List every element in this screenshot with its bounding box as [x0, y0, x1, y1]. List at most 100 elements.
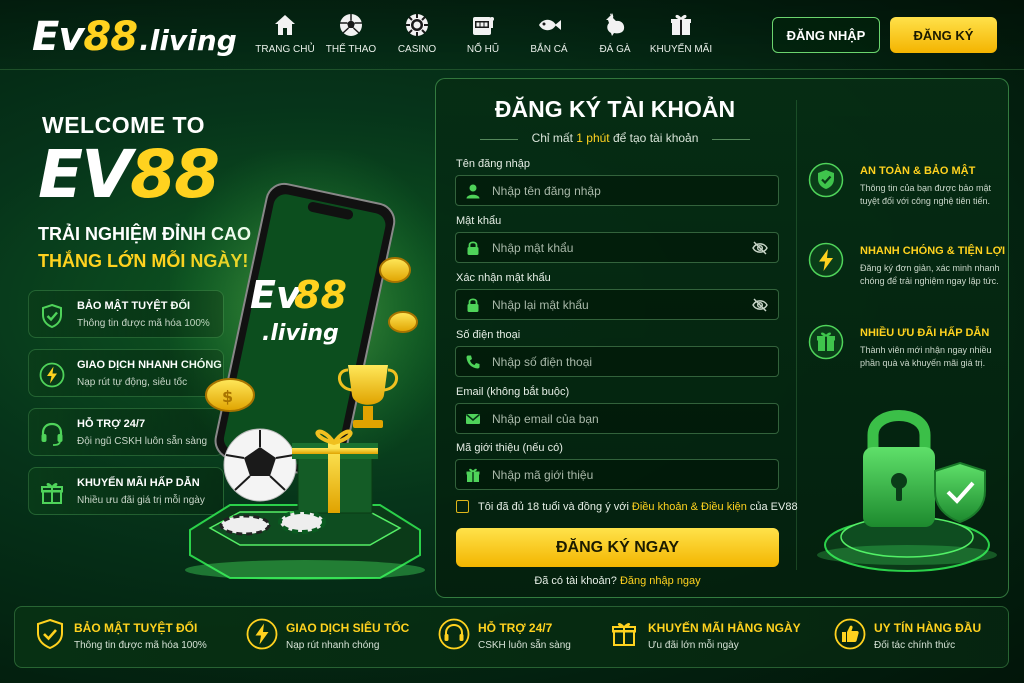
logo-domain: .living [139, 24, 237, 57]
nav-label: NỔ HŨ [466, 44, 500, 55]
bottom-desc: Ưu đãi lớn mỗi ngày [648, 640, 739, 651]
casino-chip-icon [278, 510, 326, 534]
lock-icon [467, 241, 479, 255]
hero-brand-ev: EV [38, 136, 132, 213]
bottom-title: UY TÍN HÀNG ĐẦU [874, 621, 982, 635]
form-subtitle: Chỉ mất 1 phút để tạo tài khoản [435, 131, 795, 145]
phone-logo: Ev 88 .living [250, 273, 347, 346]
terms-text-post: của EV88 [749, 500, 798, 513]
nav-item-slots[interactable]: NỔ HŨ [450, 12, 516, 60]
nav-item-home[interactable]: TRANG CHỦ [252, 12, 318, 60]
slot-machine-icon [473, 17, 494, 35]
fish-icon [539, 19, 561, 31]
confirm-password-field [455, 289, 779, 320]
headset-icon [41, 422, 63, 446]
svg-text:$: $ [222, 387, 233, 406]
username-field [455, 175, 779, 206]
subtitle-post: để tạo tài khoản [609, 131, 699, 145]
form-title: ĐĂNG KÝ TÀI KHOẢN [494, 96, 736, 122]
bottom-desc: CSKH luôn sẵn sàng [478, 640, 571, 651]
register-button[interactable]: ĐĂNG KÝ [890, 17, 997, 53]
side-title: AN TOÀN & BẢO MẬT [860, 165, 976, 177]
phone-field [455, 346, 779, 377]
security-lock-illustration [817, 410, 997, 572]
gift-box-icon [292, 429, 378, 514]
nav-item-cockfight[interactable]: ĐÁ GÀ [582, 12, 648, 60]
nav-item-sports[interactable]: THỂ THAO [318, 12, 384, 60]
phone-input[interactable] [492, 347, 742, 376]
email-label: Email (không bắt buộc) [456, 386, 570, 398]
confirm-password-input[interactable] [492, 290, 742, 319]
soccer-ball-icon [223, 428, 297, 502]
bottom-title: HỖ TRỢ 24/7 [478, 621, 553, 635]
side-title: NHIỀU ƯU ĐÃI HẤP DẪN [860, 327, 990, 339]
email-input[interactable] [492, 404, 742, 433]
gift-icon [466, 468, 480, 482]
phone-icon [466, 355, 480, 369]
confirm-password-label: Xác nhận mật khẩu [456, 272, 551, 284]
shield-check-icon [808, 162, 844, 198]
lightning-icon [246, 618, 278, 650]
have-account-text: Đã có tài khoản? [534, 575, 617, 587]
gift-icon [41, 483, 63, 504]
subtitle-highlight: 1 phút [576, 131, 610, 145]
bottom-desc: Nạp rút nhanh chóng [286, 640, 380, 651]
lightning-icon [39, 362, 65, 388]
side-title: NHANH CHÓNG & TIỆN LỢI [860, 245, 1006, 257]
side-desc: Thành viên mới nhận ngay nhiều phần quà … [860, 345, 992, 368]
bottom-title: BẢO MẬT TUYỆT ĐỐI [74, 621, 198, 635]
terms-checkbox[interactable] [456, 500, 469, 513]
bottom-desc: Đối tác chính thức [874, 640, 956, 651]
welcome-heading: WELCOME TO [42, 112, 206, 138]
nav-label: TRANG CHỦ [255, 44, 315, 55]
terms-link[interactable]: Điều khoản & Điều kiện [632, 501, 747, 513]
email-field [455, 403, 779, 434]
headset-icon [438, 618, 470, 650]
eye-off-icon[interactable] [752, 241, 768, 255]
referral-input[interactable] [492, 460, 742, 489]
ev88-logo[interactable]: Ev 88 .living [32, 14, 237, 60]
nav-item-promotions[interactable]: KHUYẾN MÃI [648, 12, 714, 60]
username-input[interactable] [492, 176, 742, 205]
casino-chip-icon [219, 514, 271, 536]
user-icon [466, 184, 480, 199]
login-button[interactable]: ĐĂNG NHẬP [772, 17, 880, 53]
hero-phone-illustration: Ev 88 .living $ [170, 150, 440, 580]
soccer-ball-icon [340, 14, 362, 36]
have-account-line: Đã có tài khoản? Đăng nhập ngay [456, 575, 779, 587]
shield-check-icon [42, 303, 62, 329]
phone-logo-88: 88 [294, 273, 347, 317]
top-header: Ev 88 .living TRANG CHỦ THỂ THAO CASINO NỔ… [0, 0, 1024, 70]
password-input[interactable] [492, 233, 742, 262]
referral-field [455, 459, 779, 490]
bottom-title: GIAO DỊCH SIÊU TỐC [286, 621, 410, 635]
shield-check-icon [37, 618, 63, 650]
eye-off-icon[interactable] [752, 298, 768, 312]
nav-label: THỂ THAO [325, 44, 377, 55]
gold-coin-icon [379, 257, 411, 283]
mail-icon [466, 413, 480, 424]
nav-label: KHUYẾN MÃI [649, 44, 713, 55]
side-desc: Thông tin của bạn được bảo mật tuyệt đối… [860, 183, 992, 206]
bottom-desc: Thông tin được mã hóa 100% [74, 640, 207, 651]
referral-label: Mã giới thiệu (nếu có) [456, 442, 563, 454]
phone-label: Số điện thoại [456, 329, 521, 341]
gold-coin-icon [388, 311, 418, 333]
password-field [455, 232, 779, 263]
main-nav: TRANG CHỦ THỂ THAO CASINO NỔ HŨ BẮN CÁ Đ… [252, 12, 714, 60]
login-now-link[interactable]: Đăng nhập ngay [620, 575, 701, 587]
feature-title: HỖ TRỢ 24/7 [77, 418, 146, 430]
nav-label: CASINO [397, 44, 437, 55]
side-desc: Đăng ký đơn giản, xác minh nhanh chóng đ… [860, 263, 1000, 286]
bottom-title: KHUYẾN MÃI HẰNG NGÀY [648, 621, 801, 635]
lock-icon [467, 298, 479, 312]
terms-agreement: Tôi đã đủ 18 tuổi và đồng ý với Điều kho… [456, 500, 798, 513]
register-now-button[interactable]: ĐĂNG KÝ NGAY [456, 528, 779, 567]
gift-icon [612, 623, 636, 646]
password-label: Mật khẩu [456, 215, 502, 227]
gift-icon [671, 14, 691, 35]
nav-item-fishing[interactable]: BẮN CÁ [516, 12, 582, 60]
rooster-icon [606, 13, 625, 36]
terms-text-pre: Tôi đã đủ 18 tuổi và đồng ý với [478, 500, 629, 513]
nav-item-casino[interactable]: CASINO [384, 12, 450, 60]
